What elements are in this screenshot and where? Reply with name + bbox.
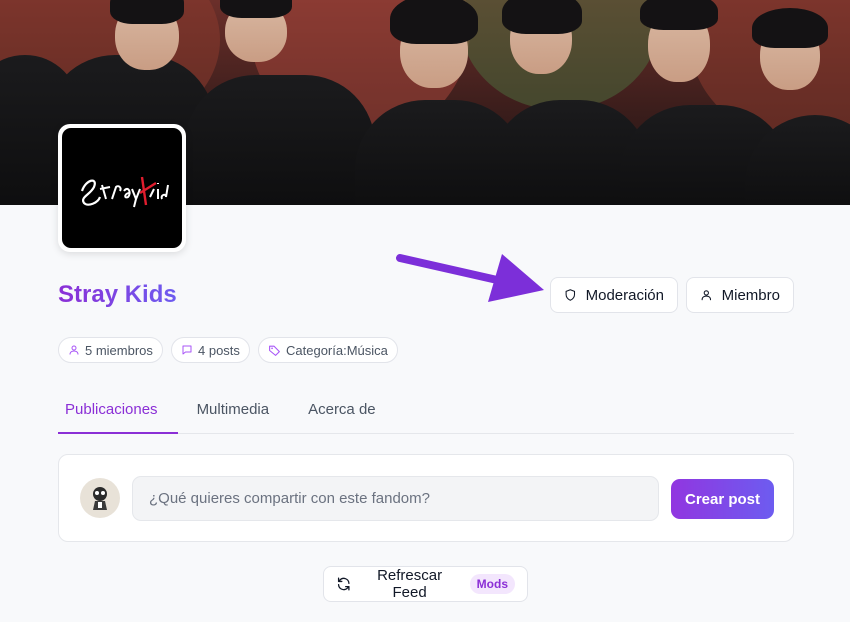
moderation-button-label: Moderación	[585, 286, 664, 304]
community-title: Stray Kids	[58, 281, 177, 308]
mods-badge: Mods	[469, 574, 515, 594]
annotation-arrow-icon	[396, 254, 544, 302]
post-input[interactable]	[132, 476, 659, 521]
posts-stat: 4 posts	[171, 337, 250, 363]
category-stat: Categoría:Música	[258, 337, 398, 363]
post-composer: Crear post	[58, 454, 794, 542]
user-icon	[701, 290, 712, 301]
community-logo	[58, 124, 186, 252]
category-label: Categoría:Música	[286, 342, 388, 358]
tab-publicaciones[interactable]: Publicaciones	[58, 395, 178, 434]
members-count: 5 miembros	[85, 342, 153, 358]
member-button[interactable]: Miembro	[686, 277, 794, 313]
refresh-icon	[337, 577, 350, 591]
tab-multimedia[interactable]: Multimedia	[190, 395, 290, 433]
message-icon	[182, 345, 192, 355]
tab-acerca-de[interactable]: Acerca de	[301, 395, 396, 433]
refresh-feed-button[interactable]: Refrescar Feed Mods	[323, 566, 528, 602]
moderation-button[interactable]: Moderación	[550, 277, 678, 313]
user-avatar[interactable]	[80, 478, 120, 518]
posts-count: 4 posts	[198, 342, 240, 358]
avatar-icon	[93, 487, 107, 510]
user-icon	[69, 345, 79, 355]
stray-kids-logo	[62, 128, 182, 248]
logo-wordmark-icon	[80, 176, 169, 208]
create-post-button[interactable]: Crear post	[671, 479, 774, 519]
tag-icon	[269, 345, 280, 356]
member-button-label: Miembro	[721, 286, 780, 304]
shield-icon	[565, 289, 576, 301]
members-stat: 5 miembros	[58, 337, 163, 363]
refresh-feed-label: Refrescar Feed	[377, 567, 443, 601]
community-tabs: Publicaciones Multimedia Acerca de	[58, 395, 794, 434]
